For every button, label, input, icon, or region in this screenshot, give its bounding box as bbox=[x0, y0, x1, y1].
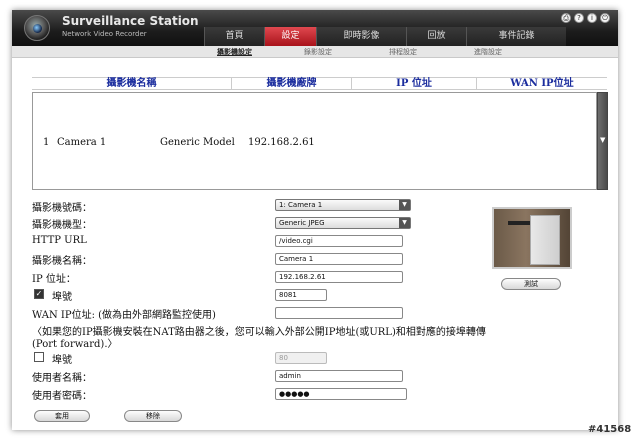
subtab-schedule-settings[interactable]: 排程設定 bbox=[389, 47, 417, 57]
app-header: Surveillance Station Network Video Recor… bbox=[12, 10, 618, 46]
preview-device bbox=[530, 215, 560, 265]
chevron-down-icon: ▼ bbox=[399, 218, 410, 228]
password-label: 使用者密碼： bbox=[32, 391, 92, 402]
app-subtitle: Network Video Recorder bbox=[62, 30, 147, 38]
wan-port-label: 埠號 bbox=[52, 355, 72, 366]
watermark: #41568 bbox=[588, 424, 632, 435]
apply-button[interactable]: 套用 bbox=[34, 410, 90, 422]
remove-button[interactable]: 移除 bbox=[124, 410, 182, 422]
ip-address-label: IP 位址： bbox=[32, 274, 76, 285]
info-icon[interactable]: i bbox=[587, 13, 597, 23]
help-icon[interactable]: ? bbox=[574, 13, 584, 23]
camera-name-input[interactable]: Camera 1 bbox=[275, 253, 403, 265]
wan-ip-label: WAN IP位址: (做為由外部網路監控使用) bbox=[32, 310, 216, 321]
chevron-down-icon: ▼ bbox=[399, 200, 410, 210]
tab-playback[interactable]: 回放 bbox=[406, 27, 466, 46]
wan-port-checkbox[interactable] bbox=[34, 352, 44, 362]
settings-subnav: 攝影機設定 錄影設定 排程設定 進階設定 bbox=[12, 46, 618, 58]
ip-address-input[interactable]: 192.168.2.61 bbox=[275, 271, 403, 283]
port-checkbox[interactable]: ✓ bbox=[34, 289, 44, 299]
password-input[interactable]: ●●●●● bbox=[275, 388, 407, 400]
camera-model-label: 攝影機機型： bbox=[32, 220, 92, 231]
column-header-camera-name: 攝影機名稱 bbox=[32, 78, 232, 89]
port-input[interactable]: 8081 bbox=[275, 289, 327, 301]
wan-ip-input[interactable] bbox=[275, 307, 403, 319]
main-tabs: 首頁 設定 即時影像 回放 事件記錄 bbox=[204, 27, 566, 46]
printer-icon[interactable]: ⎙ bbox=[561, 13, 571, 23]
camera-number-label: 攝影機號碼： bbox=[32, 203, 92, 214]
port-label: 埠號 bbox=[52, 292, 72, 303]
column-header-wan-ip: WAN IP位址 bbox=[510, 78, 574, 89]
scroll-down-icon[interactable]: ▼ bbox=[600, 136, 605, 144]
username-input[interactable]: admin bbox=[275, 370, 403, 382]
row-ip: 192.168.2.61 bbox=[248, 137, 315, 148]
camera-number-select[interactable]: 1: Camera 1 ▼ bbox=[275, 199, 411, 211]
camera-model-select[interactable]: Generic JPEG ▼ bbox=[275, 217, 411, 229]
row-index: 1 bbox=[43, 137, 50, 148]
camera-table: 1 Camera 1 Generic Model 192.168.2.61 bbox=[32, 92, 597, 190]
wan-port-input[interactable]: 80 bbox=[275, 352, 327, 364]
test-button[interactable]: 測試 bbox=[501, 278, 561, 290]
subtab-recording-settings[interactable]: 錄影設定 bbox=[304, 47, 332, 57]
camera-model-value: Generic JPEG bbox=[279, 219, 325, 227]
column-header-camera-brand: 攝影機廠牌 bbox=[232, 78, 352, 89]
camera-table-header: 攝影機名稱 攝影機廠牌 IP 位址 WAN IP位址 bbox=[32, 77, 607, 90]
tab-live-view[interactable]: 即時影像 bbox=[316, 27, 406, 46]
username-label: 使用者名稱： bbox=[32, 373, 92, 384]
tab-home[interactable]: 首頁 bbox=[204, 27, 264, 46]
tab-event-log[interactable]: 事件記錄 bbox=[466, 27, 566, 46]
table-scrollbar[interactable]: ▼ bbox=[597, 92, 608, 190]
top-icon-bar: ⎙ ? i ⏻ bbox=[561, 13, 610, 23]
row-camera-model: Generic Model bbox=[160, 137, 235, 148]
camera-logo-icon bbox=[24, 15, 50, 41]
http-url-input[interactable]: /video.cgi bbox=[275, 235, 403, 247]
http-url-label: HTTP URL bbox=[32, 235, 87, 246]
tab-settings[interactable]: 設定 bbox=[264, 27, 316, 46]
app-title: Surveillance Station bbox=[62, 14, 199, 28]
app-window: Surveillance Station Network Video Recor… bbox=[12, 10, 618, 430]
camera-preview-image bbox=[492, 207, 572, 269]
column-header-ip: IP 位址 bbox=[352, 78, 477, 89]
camera-name-label: 攝影機名稱： bbox=[32, 256, 92, 267]
subtab-advanced-settings[interactable]: 進階設定 bbox=[474, 47, 502, 57]
subtab-camera-settings[interactable]: 攝影機設定 bbox=[217, 47, 252, 57]
logout-icon[interactable]: ⏻ bbox=[600, 13, 610, 23]
row-camera-name: Camera 1 bbox=[57, 137, 107, 148]
nat-note-line2: (Port forward).〉 bbox=[32, 339, 118, 350]
camera-number-value: 1: Camera 1 bbox=[279, 201, 323, 209]
